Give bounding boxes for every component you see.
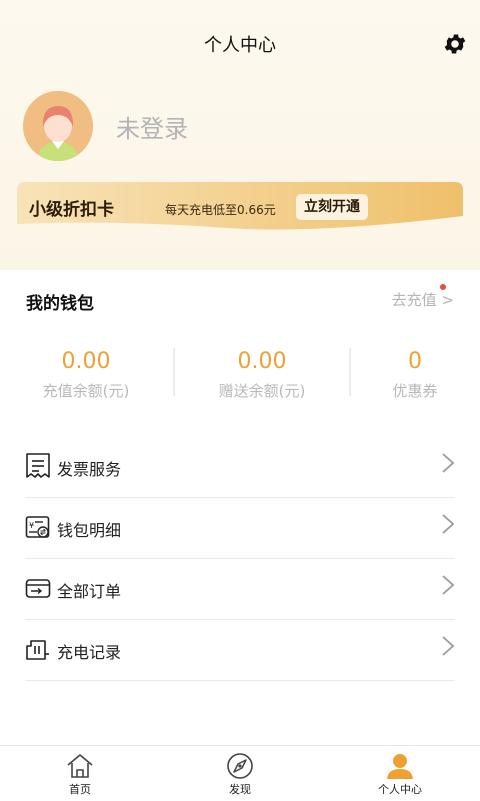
tab-profile[interactable]: 个人中心 <box>340 746 460 801</box>
bottom-tab-bar: 首页 发现 个人中心 <box>0 745 480 801</box>
stat-value: 0 <box>408 349 422 374</box>
chevron-right-icon <box>442 453 455 473</box>
home-icon <box>67 754 93 778</box>
menu-item-charging-record[interactable]: 充电记录 <box>25 620 455 681</box>
menu-item-label: 发票服务 <box>57 460 122 479</box>
stat-divider <box>173 348 175 396</box>
coupon-stat[interactable]: 0 优惠券 <box>335 348 480 401</box>
gear-icon <box>444 34 466 54</box>
chevron-right-icon <box>442 514 455 534</box>
login-prompt[interactable]: 未登录 <box>116 109 188 144</box>
compass-icon <box>227 753 253 779</box>
bonus-balance-stat[interactable]: 0.00 赠送余额(元) <box>182 348 342 401</box>
menu-item-label: 充电记录 <box>57 643 122 662</box>
wallet-title: 我的钱包 <box>26 294 94 314</box>
stat-label: 赠送余额(元) <box>218 382 306 400</box>
open-vip-button[interactable]: 立刻开通 <box>296 194 368 220</box>
notification-dot <box>440 284 446 290</box>
chevron-right-icon <box>442 575 455 595</box>
avatar[interactable] <box>23 91 93 161</box>
menu-item-label: 钱包明细 <box>57 521 122 540</box>
stat-label: 优惠券 <box>392 382 438 400</box>
tab-label: 个人中心 <box>378 783 422 796</box>
vip-card-title: 小级折扣卡 <box>29 200 114 220</box>
svg-text:¥: ¥ <box>29 521 34 530</box>
recharge-balance-stat[interactable]: 0.00 充值余额(元) <box>6 348 166 401</box>
vip-discount-card[interactable]: 小级折扣卡 每天充电低至0.66元 立刻开通 <box>17 182 463 232</box>
top-header: 个人中心 <box>0 0 480 90</box>
orders-icon <box>25 579 51 598</box>
menu-item-invoice[interactable]: 发票服务 <box>25 437 455 498</box>
vip-card-description: 每天充电低至0.66元 <box>165 203 276 217</box>
page-title: 个人中心 <box>204 35 276 56</box>
profile-icon <box>387 754 413 779</box>
tab-label: 首页 <box>69 783 91 796</box>
stat-value: 0.00 <box>237 349 287 374</box>
invoice-icon <box>26 453 50 478</box>
menu-item-wallet-detail[interactable]: ¥ 钱包明细 <box>25 498 455 559</box>
wallet-detail-icon: ¥ <box>25 516 50 538</box>
chevron-right-icon <box>442 636 455 656</box>
stat-label: 充值余额(元) <box>42 382 130 400</box>
tab-home[interactable]: 首页 <box>20 746 140 801</box>
avatar-icon <box>23 91 93 161</box>
tab-label: 发现 <box>229 783 251 796</box>
menu-item-label: 全部订单 <box>57 582 122 601</box>
menu-item-all-orders[interactable]: 全部订单 <box>25 559 455 620</box>
tab-discover[interactable]: 发现 <box>180 746 300 801</box>
stat-value: 0.00 <box>61 349 111 374</box>
charging-record-icon <box>26 640 49 660</box>
settings-button[interactable] <box>442 31 468 57</box>
recharge-link[interactable]: 去充值 > <box>392 289 454 310</box>
